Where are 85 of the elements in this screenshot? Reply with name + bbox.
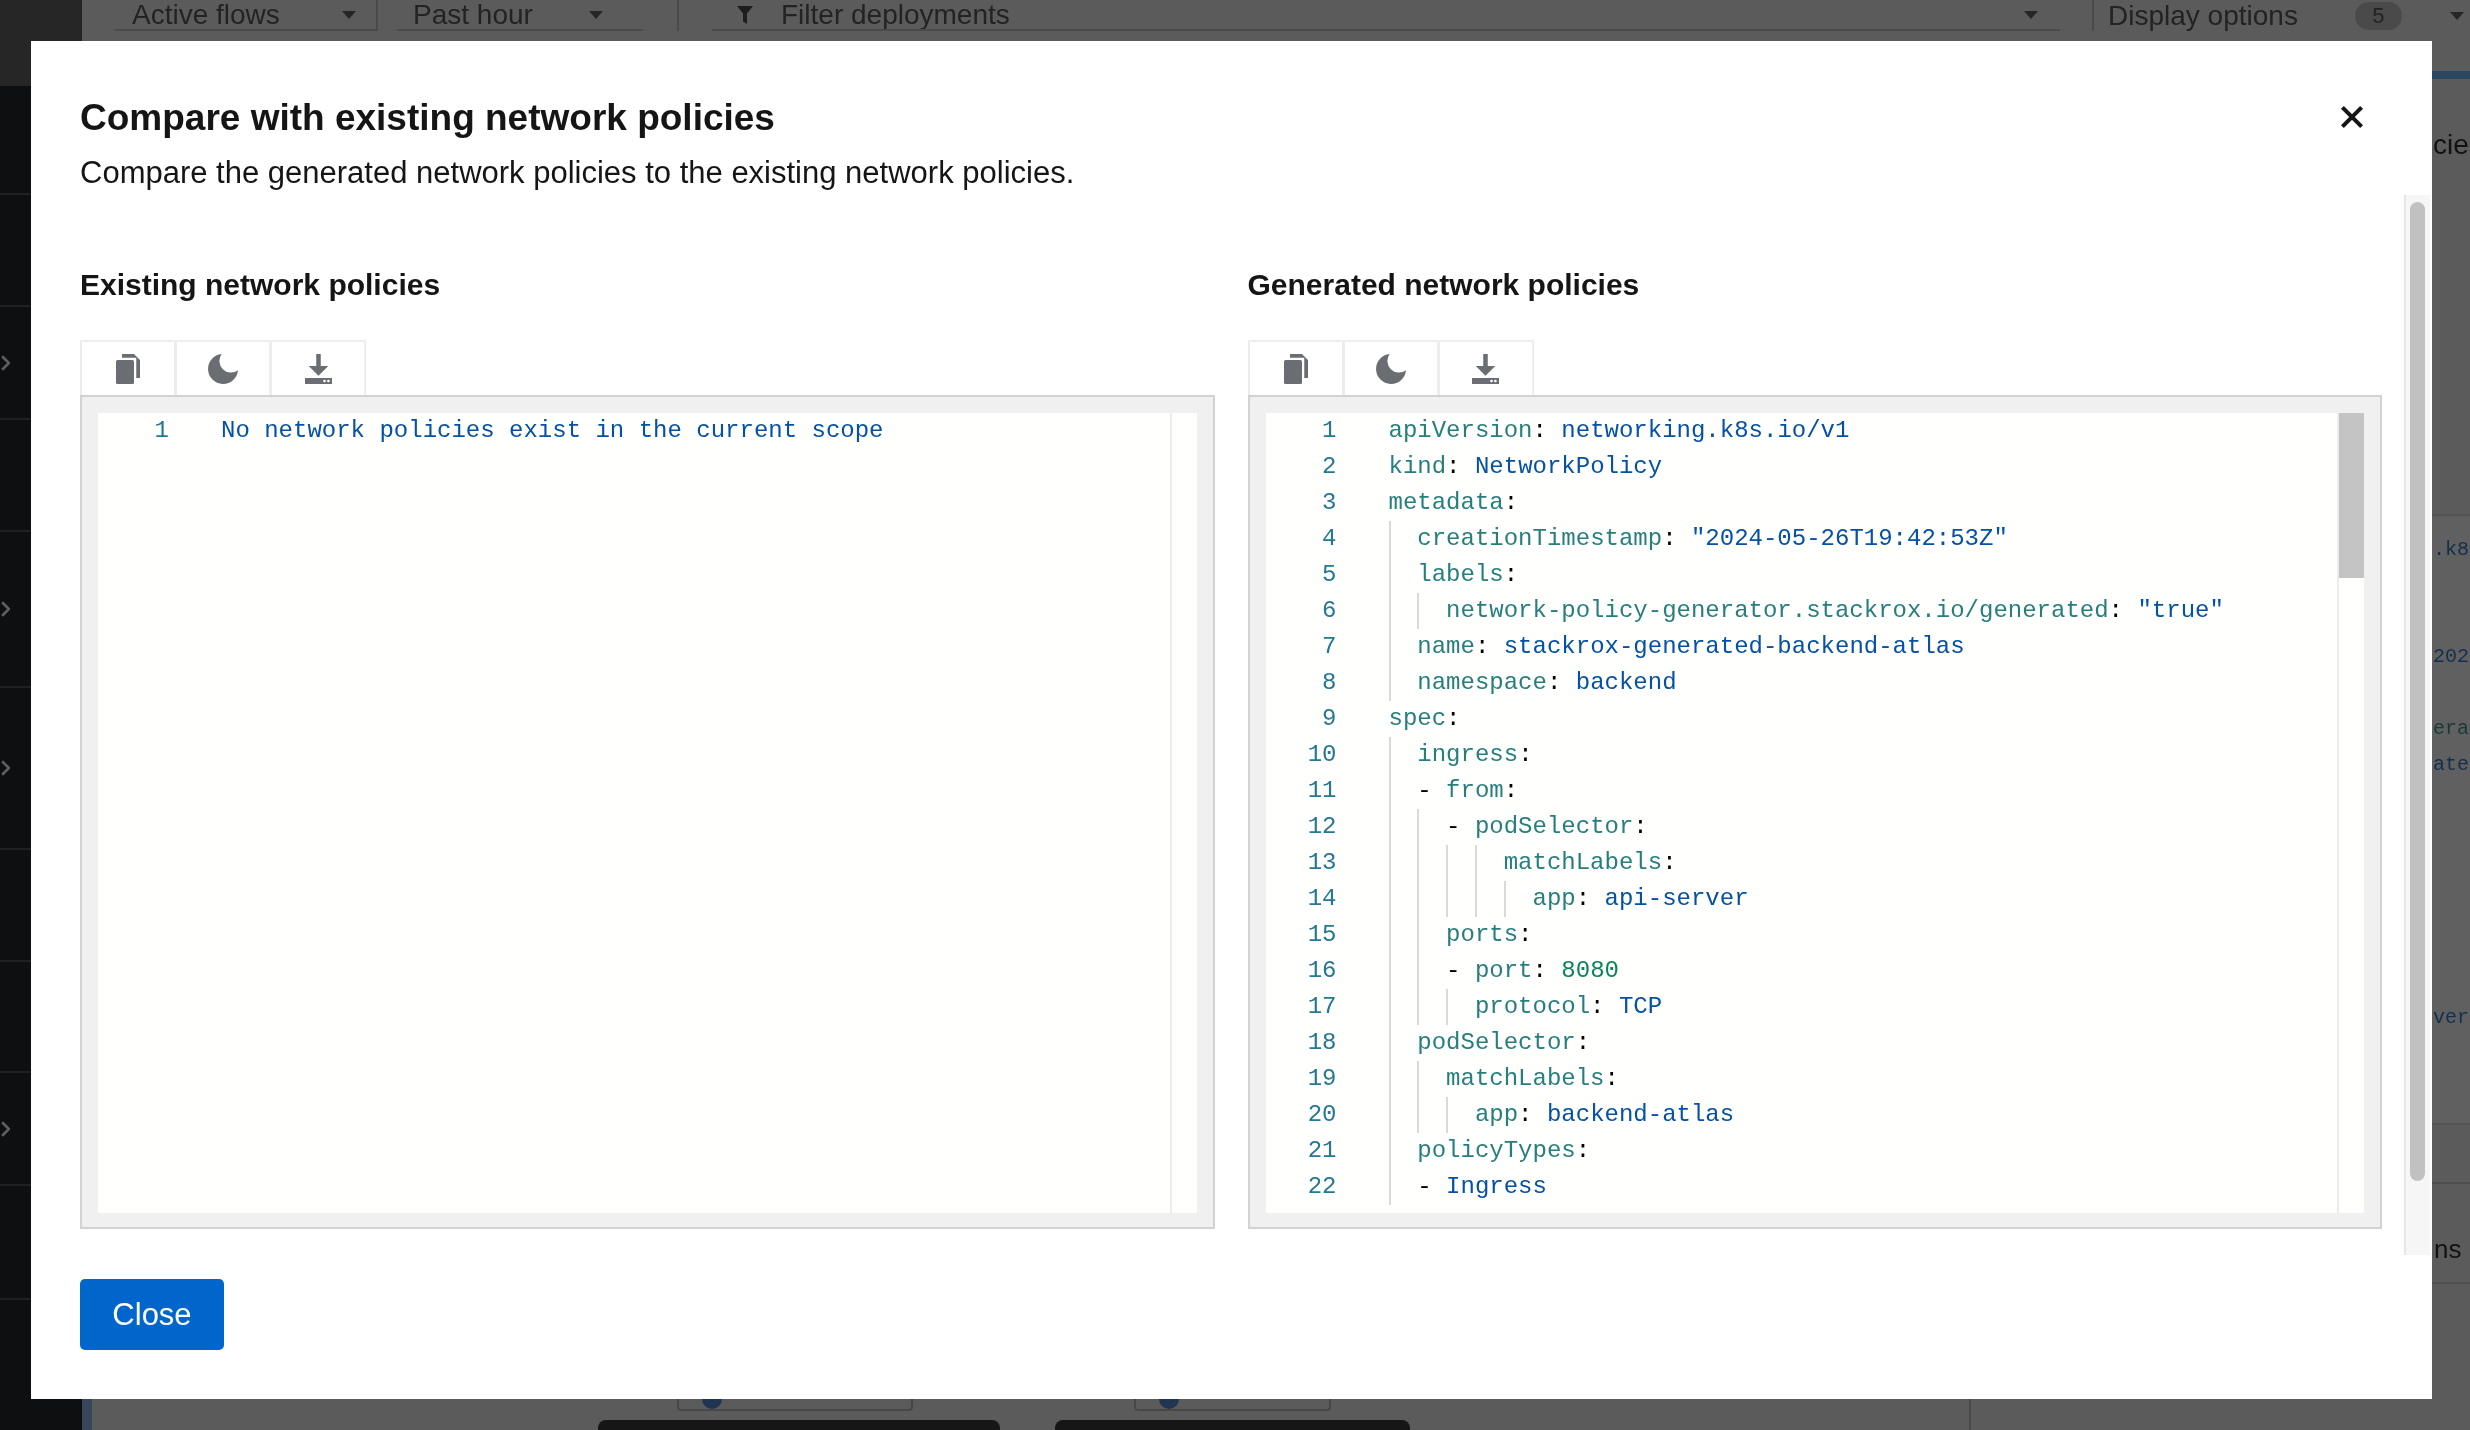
- code-line: creationTimestamp: "2024-05-26T19:42:53Z": [1417, 524, 2008, 554]
- code-line: name: stackrox-generated-backend-atlas: [1417, 632, 1965, 662]
- code-line: metadata:: [1388, 488, 1519, 518]
- moon-icon: [208, 353, 238, 384]
- download-button[interactable]: [270, 340, 366, 395]
- download-icon: [1472, 353, 1499, 384]
- scrollbar-thumb[interactable]: [2410, 202, 2425, 1181]
- line-number: 19: [1307, 1064, 1337, 1094]
- copy-button[interactable]: [80, 340, 176, 395]
- code-line: - podSelector:: [1446, 812, 1648, 842]
- line-number: 11: [1307, 776, 1337, 806]
- code-line: - port: 8080: [1446, 956, 1619, 986]
- theme-toggle-button[interactable]: [175, 340, 271, 395]
- line-number: 16: [1307, 956, 1337, 986]
- chevron-icon: [1, 1120, 10, 1137]
- line-number: 6: [1322, 596, 1337, 626]
- download-button[interactable]: [1437, 340, 1534, 395]
- code-line: network-policy-generator.stackrox.io/generated: "true": [1446, 596, 2224, 626]
- line-number: 1: [154, 416, 169, 446]
- chevron-icon: [1, 601, 10, 617]
- code-line: ports:: [1446, 920, 1533, 950]
- line-number: 12: [1307, 812, 1337, 842]
- code-line: protocol: TCP: [1474, 992, 1663, 1022]
- line-number: 8: [1322, 668, 1337, 698]
- line-number: 1: [1322, 416, 1337, 446]
- code-line: namespace: backend: [1417, 668, 1677, 698]
- code-line: ingress:: [1417, 740, 1533, 770]
- code-line: matchLabels:: [1503, 848, 1677, 878]
- copy-icon: [1283, 353, 1308, 384]
- caret-icon: [589, 10, 603, 19]
- background-code-text: 202: [2433, 644, 2470, 670]
- dropdown[interactable]: Active flows: [115, 0, 378, 31]
- dropdown[interactable]: Past hour: [397, 0, 643, 31]
- code-line: policyTypes:: [1417, 1136, 1591, 1166]
- code-line: matchLabels:: [1446, 1064, 1619, 1094]
- code-line: labels:: [1417, 560, 1519, 590]
- line-number: 20: [1307, 1100, 1337, 1130]
- line-number: 9: [1322, 704, 1337, 734]
- code-line: No network policies exist in the current scope: [221, 416, 884, 446]
- line-number: 7: [1322, 632, 1337, 662]
- caret-icon: [2024, 11, 2038, 19]
- line-number: 2: [1322, 452, 1337, 482]
- chevron-icon: [1, 354, 10, 371]
- close-button[interactable]: Close: [80, 1279, 224, 1350]
- background-code-text: era: [2433, 716, 2470, 742]
- background-code-text: ver: [2433, 1005, 2470, 1031]
- modal-title: Compare with existing network policies: [80, 96, 776, 140]
- code-line: podSelector:: [1417, 1028, 1591, 1058]
- background-heading: cie: [2432, 128, 2470, 162]
- copy-icon: [116, 353, 140, 384]
- theme-toggle-button[interactable]: [1342, 340, 1439, 395]
- code-line: - from:: [1417, 776, 1519, 806]
- copy-button[interactable]: [1247, 340, 1344, 395]
- section-heading: Generated network policies: [1247, 267, 1641, 303]
- tab-indicator: [2432, 71, 2470, 79]
- code-line: apiVersion: networking.k8s.io/v1: [1388, 416, 1850, 446]
- line-number: 13: [1307, 848, 1337, 878]
- download-icon: [304, 353, 332, 384]
- modal-description: Compare the generated network policies to the existing network policies.: [80, 154, 1076, 192]
- code-line: spec:: [1388, 704, 1461, 734]
- line-number: 22: [1307, 1172, 1337, 1202]
- caret-icon: [2449, 11, 2464, 20]
- line-number: 15: [1307, 920, 1337, 950]
- line-number: 5: [1322, 560, 1337, 590]
- caret-icon: [342, 10, 356, 19]
- filter-icon: [737, 6, 753, 24]
- line-number: 4: [1322, 524, 1337, 554]
- background-code-text: .k8: [2433, 537, 2470, 563]
- code-line: app: api-server: [1532, 884, 1749, 914]
- scrollbar-thumb[interactable]: [2339, 413, 2364, 578]
- code-line: - Ingress: [1417, 1172, 1547, 1202]
- line-number: 18: [1307, 1028, 1337, 1058]
- code-line: kind: NetworkPolicy: [1388, 452, 1663, 482]
- line-number: 3: [1322, 488, 1337, 518]
- close-icon: [2340, 105, 2364, 129]
- line-number: 17: [1307, 992, 1337, 1022]
- background-code-text: ate: [2433, 752, 2470, 778]
- section-heading: Existing network policies: [80, 267, 442, 303]
- code-line: app: backend-atlas: [1474, 1100, 1735, 1130]
- moon-icon: [1375, 353, 1406, 384]
- line-number: 10: [1307, 740, 1337, 770]
- line-number: 21: [1307, 1136, 1337, 1166]
- search-field[interactable]: Filter deployments: [712, 0, 2060, 31]
- line-number: 14: [1307, 884, 1337, 914]
- chevron-icon: [1, 760, 10, 776]
